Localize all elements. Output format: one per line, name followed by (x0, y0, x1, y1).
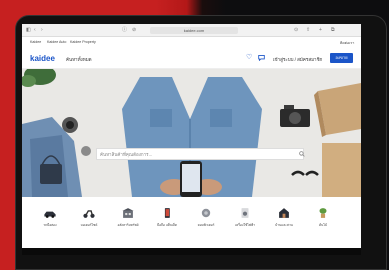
tabs-overview-icon[interactable]: ⧉ (331, 27, 335, 33)
address-bar[interactable]: kaidee.com (150, 27, 238, 34)
hero-search-box (96, 148, 305, 160)
kaidee-logo[interactable]: kaidee (30, 54, 55, 63)
top-link-kaidee-property[interactable]: Kaidee Property (70, 40, 96, 44)
motorcycle-icon (83, 210, 95, 218)
info-icon[interactable]: ⓘ (122, 27, 127, 33)
category-bar: รถมือสอง มอเตอร์ไซค์ อสังหาริมทรัพย์ มือ… (22, 197, 361, 248)
appliance-icon (241, 208, 249, 218)
share-icon[interactable]: ⇧ (306, 27, 310, 33)
search-all-link[interactable]: ค้นหาทั้งหมด (66, 56, 92, 63)
house-icon (279, 208, 289, 218)
new-tab-icon[interactable]: + (319, 27, 322, 33)
category-home[interactable]: บ้านและสวน (266, 207, 302, 235)
download-icon[interactable]: ⊙ (294, 27, 298, 33)
hero-image (22, 69, 361, 197)
computer-icon (201, 208, 211, 218)
category-motorcycles[interactable]: มอเตอร์ไซค์ (71, 207, 107, 235)
top-link-kaidee-auto[interactable]: Kaidee Auto (47, 40, 66, 44)
sidebar-toggle-icon[interactable]: ◧ (26, 27, 31, 33)
site-header: kaidee ค้นหาทั้งหมด ♡ เข้าสู่ระบบ / สมัค… (22, 47, 361, 69)
top-link-contact[interactable]: ติดต่อเรา (340, 40, 354, 46)
top-link-kaidee[interactable]: Kaidee (30, 40, 41, 44)
category-computers[interactable]: คอมพิวเตอร์ (188, 207, 224, 235)
category-cars[interactable]: รถมือสอง (32, 207, 68, 235)
plant-icon (319, 208, 327, 218)
privacy-icon[interactable]: ⊘ (132, 27, 136, 33)
car-icon (44, 211, 56, 218)
category-property[interactable]: อสังหาริมทรัพย์ (110, 207, 146, 235)
top-links-bar: Kaidee Kaidee Auto Kaidee Property ติดต่… (22, 37, 361, 47)
login-register-link[interactable]: เข้าสู่ระบบ / สมัครสมาชิก (273, 56, 322, 63)
hero-search-input[interactable] (97, 149, 293, 159)
forward-icon[interactable]: › (41, 27, 43, 33)
back-icon[interactable]: ‹ (34, 27, 36, 33)
browser-window: ◧ ‹ › ⓘ ⊘ kaidee.com ⊙ ⇧ + ⧉ Kaidee Kaid… (22, 24, 361, 248)
category-phones[interactable]: มือถือ แท็บเล็ต (149, 207, 185, 235)
hero-banner (22, 69, 361, 197)
laptop-bezel-bottom (22, 248, 361, 255)
phone-icon (164, 208, 170, 218)
category-plants[interactable]: ต้นไม้ (305, 207, 341, 235)
post-ad-button[interactable]: ลงขาย (330, 53, 353, 63)
browser-toolbar: ◧ ‹ › ⓘ ⊘ kaidee.com ⊙ ⇧ + ⧉ (22, 24, 361, 37)
building-icon (122, 208, 134, 218)
chat-icon[interactable] (258, 54, 265, 63)
heart-icon[interactable]: ♡ (246, 54, 252, 61)
category-appliances[interactable]: เครื่องใช้ไฟฟ้า (227, 207, 263, 235)
